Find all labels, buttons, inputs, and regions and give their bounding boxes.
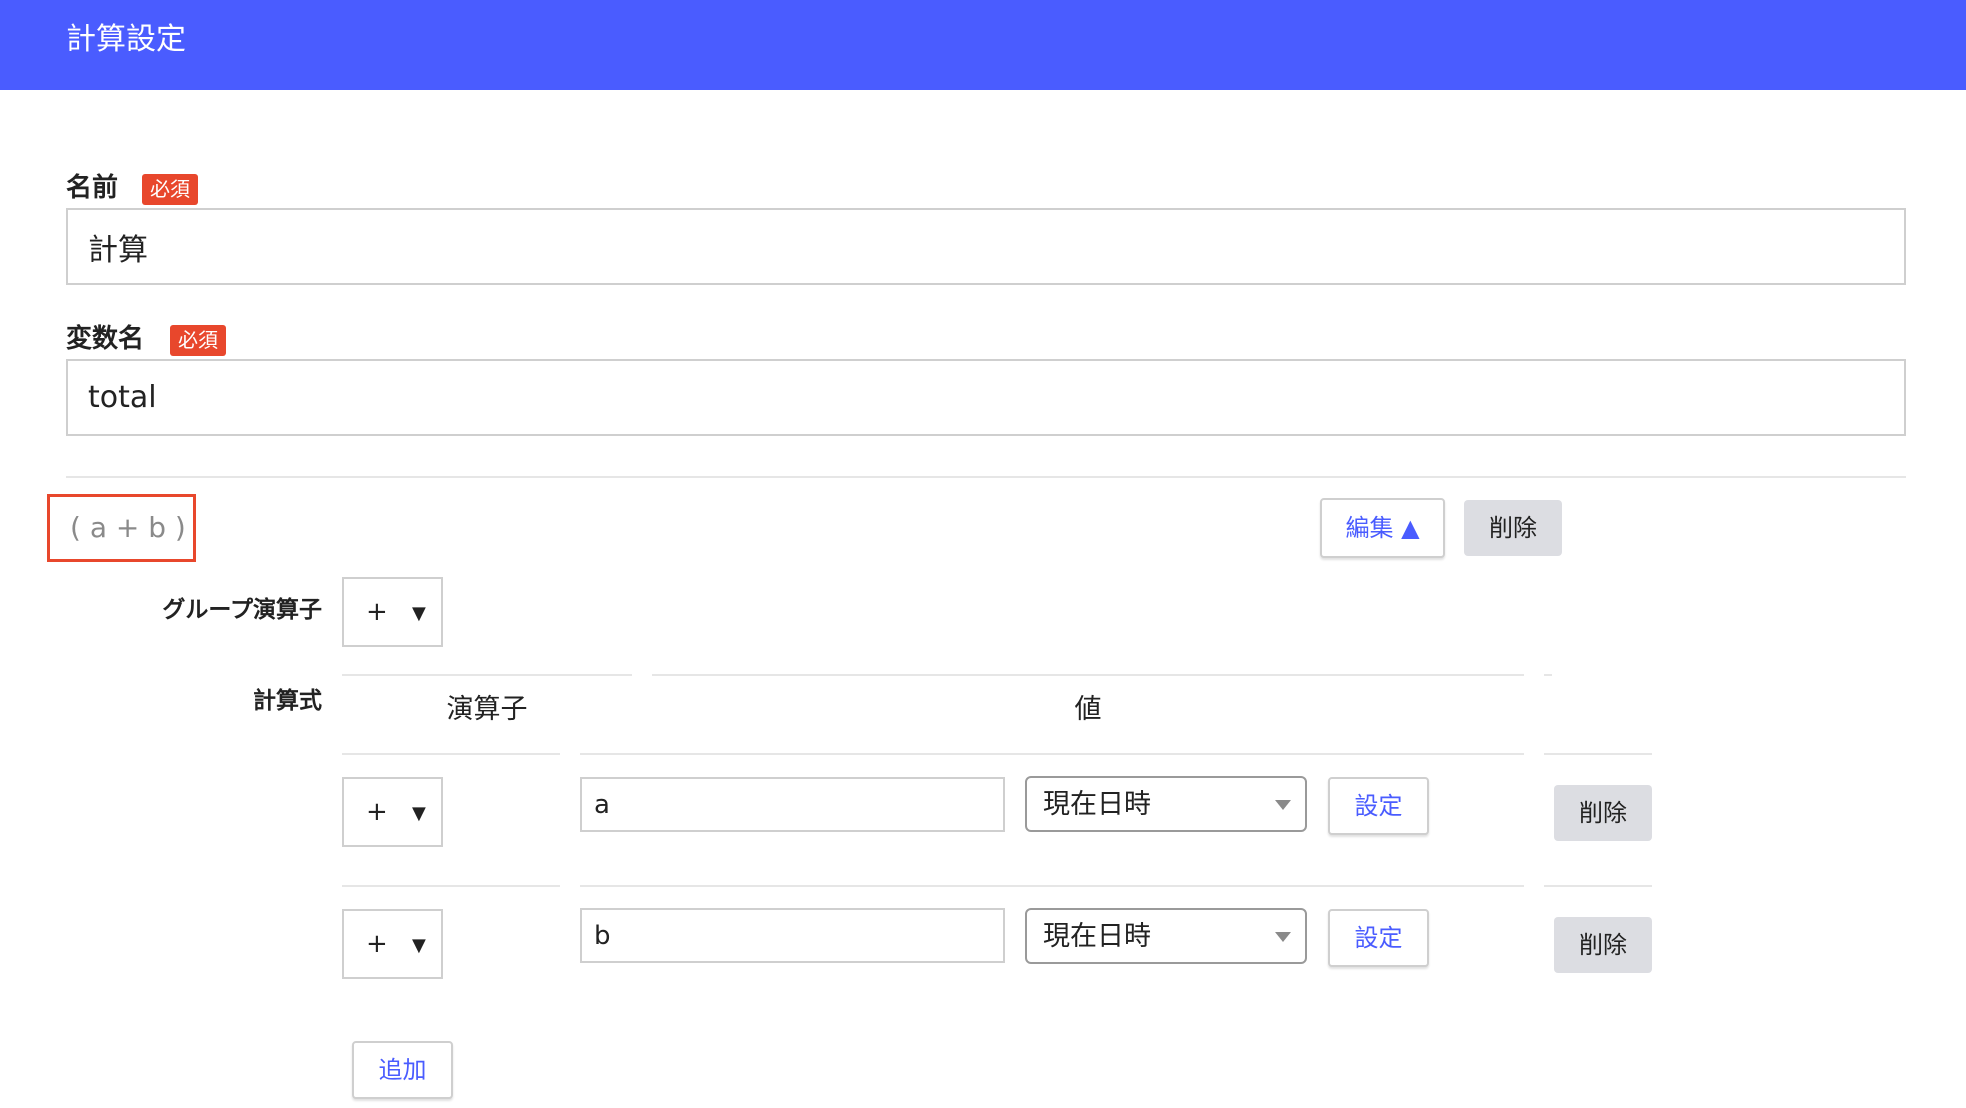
row-operator-select[interactable]: + ▼ bbox=[342, 909, 443, 979]
operator-value: + bbox=[366, 797, 388, 827]
row-divider bbox=[342, 753, 560, 755]
required-badge: 必須 bbox=[170, 325, 226, 356]
row-type-select[interactable]: 現在日時 bbox=[1025, 908, 1307, 964]
section-divider bbox=[66, 476, 1906, 478]
row-divider bbox=[580, 753, 1524, 755]
required-badge: 必須 bbox=[142, 174, 198, 205]
edit-toggle-button[interactable]: 編集 ▲ bbox=[1320, 498, 1445, 558]
row-divider bbox=[342, 885, 560, 887]
expression-preview: ( a + b ) bbox=[47, 494, 196, 562]
row-value-input[interactable] bbox=[580, 777, 1005, 832]
row-delete-button[interactable]: 削除 bbox=[1554, 785, 1652, 841]
operator-value: + bbox=[366, 929, 388, 959]
row-operator-select[interactable]: + ▼ bbox=[342, 777, 443, 847]
row-divider bbox=[1544, 753, 1652, 755]
formula-label: 計算式 bbox=[253, 688, 322, 714]
row-type-value: 現在日時 bbox=[1043, 921, 1151, 952]
page-title: 計算設定 bbox=[66, 22, 186, 57]
add-row-button[interactable]: 追加 bbox=[352, 1041, 453, 1099]
column-header-line bbox=[652, 674, 1524, 676]
group-operator-select[interactable]: + ▼ bbox=[342, 577, 443, 647]
expression-text: ( a + b ) bbox=[70, 511, 186, 544]
row-type-select[interactable]: 現在日時 bbox=[1025, 776, 1307, 832]
column-header-line bbox=[342, 674, 632, 676]
caret-down-icon: ▼ bbox=[412, 803, 426, 824]
column-operator-header: 演算子 bbox=[446, 694, 528, 725]
row-set-button[interactable]: 設定 bbox=[1328, 777, 1429, 835]
variable-name-label: 変数名 bbox=[66, 324, 145, 354]
dropdown-arrow-icon bbox=[1275, 932, 1291, 942]
app-header: 計算設定 bbox=[0, 0, 1966, 90]
name-input[interactable] bbox=[66, 208, 1906, 285]
caret-down-icon: ▼ bbox=[412, 935, 426, 956]
operator-value: + bbox=[366, 597, 388, 627]
group-delete-button[interactable]: 削除 bbox=[1464, 500, 1562, 556]
name-label: 名前 bbox=[66, 173, 119, 203]
row-divider bbox=[1544, 885, 1652, 887]
column-value-header: 値 bbox=[1074, 694, 1102, 725]
row-value-input[interactable] bbox=[580, 908, 1005, 963]
row-delete-button[interactable]: 削除 bbox=[1554, 917, 1652, 973]
dropdown-arrow-icon bbox=[1275, 800, 1291, 810]
variable-name-input[interactable] bbox=[66, 359, 1906, 436]
row-divider bbox=[580, 885, 1524, 887]
row-type-value: 現在日時 bbox=[1043, 789, 1151, 820]
column-header-line bbox=[1544, 674, 1552, 676]
row-set-button[interactable]: 設定 bbox=[1328, 909, 1429, 967]
caret-down-icon: ▼ bbox=[412, 603, 426, 624]
group-operator-label: グループ演算子 bbox=[162, 597, 322, 623]
